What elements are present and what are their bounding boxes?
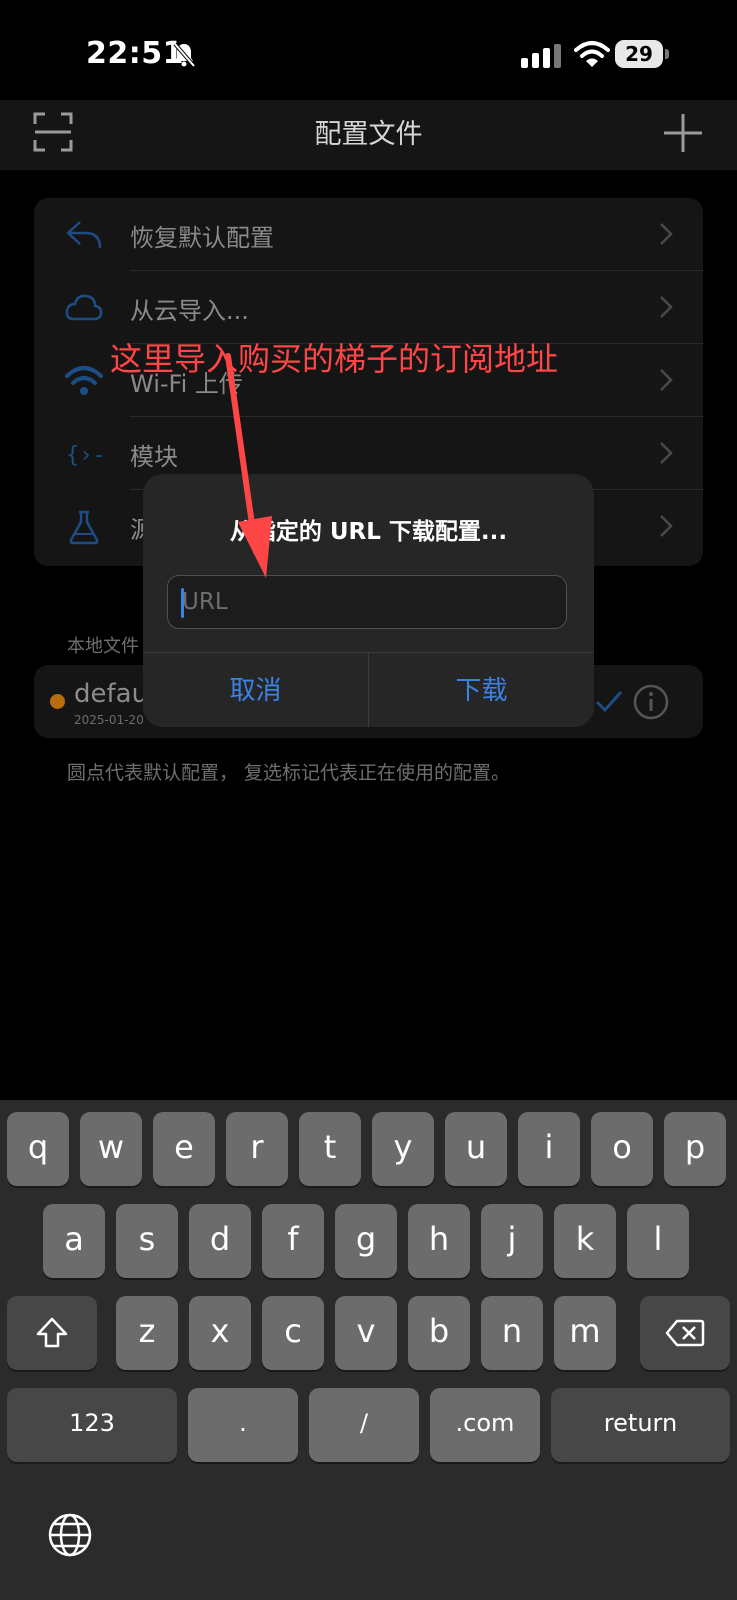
config-file-date: 2025-01-20 (74, 713, 144, 727)
page-title: 配置文件 (314, 119, 423, 150)
cellular-signal-icon (521, 44, 561, 68)
wifi-status-icon (574, 41, 610, 67)
section-label-local-files: 本地文件 (67, 636, 139, 657)
key-s[interactable]: s (116, 1204, 178, 1278)
flask-icon (69, 510, 99, 545)
key-z[interactable]: z (116, 1296, 178, 1370)
key-l[interactable]: l (627, 1204, 689, 1278)
chevron-right-icon (660, 296, 673, 318)
cloud-icon (65, 294, 103, 321)
menu-item-restore-default[interactable]: 恢复默认配置 (34, 198, 703, 271)
key-y[interactable]: y (372, 1112, 434, 1186)
menu-item-label: 恢复默认配置 (130, 224, 274, 252)
key-m[interactable]: m (554, 1296, 616, 1370)
dialog-title: 从指定的 URL 下载配置... (229, 519, 508, 545)
key-d[interactable]: d (189, 1204, 251, 1278)
chevron-right-icon (660, 515, 673, 537)
keyboard: q w e r t y u i o p a s d f g h j k l z … (0, 1100, 737, 1600)
wifi-icon (65, 366, 103, 395)
numbers-key[interactable]: 123 (7, 1388, 177, 1462)
shift-icon (36, 1317, 68, 1348)
key-slash[interactable]: / (309, 1388, 419, 1462)
menu-item-label: 从云导入... (130, 297, 249, 325)
key-dotcom[interactable]: .com (430, 1388, 540, 1462)
key-n[interactable]: n (481, 1296, 543, 1370)
globe-icon[interactable] (47, 1512, 93, 1558)
battery-indicator: 29 (615, 40, 671, 68)
key-h[interactable]: h (408, 1204, 470, 1278)
key-u[interactable]: u (445, 1112, 507, 1186)
key-e[interactable]: e (153, 1112, 215, 1186)
key-f[interactable]: f (262, 1204, 324, 1278)
key-w[interactable]: w (80, 1112, 142, 1186)
backspace-icon (665, 1319, 705, 1347)
key-i[interactable]: i (518, 1112, 580, 1186)
checkmark-icon (595, 691, 623, 713)
key-c[interactable]: c (262, 1296, 324, 1370)
config-file-name: defau (74, 679, 149, 709)
key-a[interactable]: a (43, 1204, 105, 1278)
code-braces-icon: {›-} (66, 443, 104, 468)
default-dot (50, 694, 65, 709)
backspace-key[interactable] (640, 1296, 730, 1370)
return-key[interactable]: return (551, 1388, 730, 1462)
download-config-dialog: 从指定的 URL 下载配置... 取消 下载 (143, 474, 594, 727)
download-button[interactable]: 下载 (369, 653, 594, 727)
chevron-right-icon (660, 223, 673, 245)
key-p[interactable]: p (664, 1112, 726, 1186)
key-r[interactable]: r (226, 1112, 288, 1186)
add-icon[interactable] (662, 112, 704, 154)
key-g[interactable]: g (335, 1204, 397, 1278)
annotation-text: 这里导入购买的梯子的订阅地址 (110, 340, 559, 378)
text-cursor (181, 588, 184, 618)
key-t[interactable]: t (299, 1112, 361, 1186)
footnote: 圆点代表默认配置， 复选标记代表正在使用的配置。 (67, 762, 511, 784)
bell-muted-icon (173, 42, 196, 68)
chevron-right-icon (660, 442, 673, 464)
info-icon[interactable] (632, 683, 670, 721)
status-bar: 22:51 29 (0, 0, 737, 100)
battery-tip (665, 49, 669, 59)
menu-item-label: 模块 (130, 443, 178, 471)
cancel-button[interactable]: 取消 (143, 653, 368, 727)
nav-bar: 配置文件 (0, 100, 737, 170)
battery-level: 29 (615, 40, 663, 68)
svg-text:{›-}: {›-} (66, 443, 104, 468)
key-dot[interactable]: . (188, 1388, 298, 1462)
key-k[interactable]: k (554, 1204, 616, 1278)
key-q[interactable]: q (7, 1112, 69, 1186)
status-time: 22:51 (86, 36, 184, 71)
key-x[interactable]: x (189, 1296, 251, 1370)
key-j[interactable]: j (481, 1204, 543, 1278)
key-v[interactable]: v (335, 1296, 397, 1370)
key-b[interactable]: b (408, 1296, 470, 1370)
undo-arrow-icon (66, 221, 102, 249)
key-o[interactable]: o (591, 1112, 653, 1186)
url-input[interactable] (167, 575, 567, 629)
chevron-right-icon (660, 369, 673, 391)
shift-key[interactable] (7, 1296, 97, 1370)
